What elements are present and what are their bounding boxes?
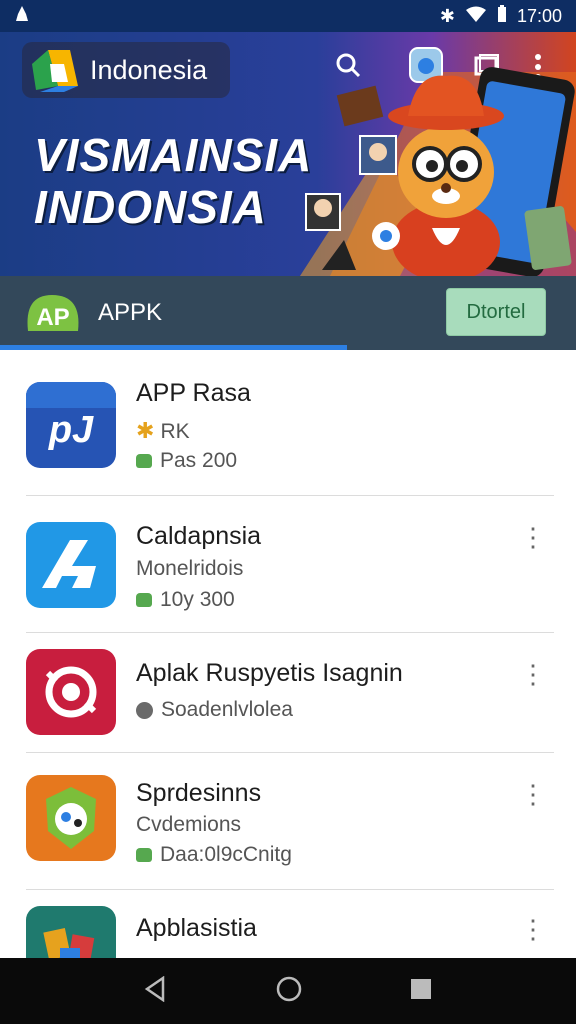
clock-icon — [136, 701, 153, 719]
app-downloads: Daa:0l9cCnitg — [160, 843, 292, 866]
svg-text:AP: AP — [36, 304, 69, 331]
star-icon: ✱ — [136, 418, 155, 443]
app-downloads: 10y 300 — [160, 588, 235, 611]
app-icon: pJ — [26, 382, 116, 468]
app-logo-icon — [32, 50, 78, 92]
svg-text:pJ: pJ — [48, 409, 94, 451]
app-title: Apblasistia — [136, 914, 257, 942]
list-item[interactable]: Aplak Ruspyetis Isagnin Soadenlvlolea ⋮ — [0, 633, 576, 753]
list-item[interactable]: pJ APP Rasa ✱ RK Pas 200 — [0, 352, 576, 495]
ap-logo-icon: AP — [27, 295, 79, 331]
app-title: Sprdesinns — [136, 779, 262, 807]
hero-headline-1: VISMAINSIA — [34, 129, 313, 181]
more-options-icon[interactable]: ⋮ — [520, 781, 546, 807]
tab-indicator — [0, 345, 347, 350]
battery-icon — [497, 4, 507, 28]
more-options-icon[interactable]: ⋮ — [520, 524, 546, 550]
app-icon — [26, 649, 116, 735]
list-item[interactable]: Apblasistia ⋮ — [0, 890, 576, 976]
download-icon — [136, 848, 152, 863]
download-icon — [136, 454, 152, 469]
app-rating: RK — [160, 420, 190, 443]
app-developer: Soadenlvlolea — [161, 698, 293, 721]
status-time: 17:00 — [516, 5, 562, 26]
app-screen: ✱ 17:00 Indonesia VISMAINSIA INDONSIA AP… — [0, 0, 576, 1024]
recents-icon[interactable] — [409, 977, 433, 1006]
navigation-bar — [0, 958, 576, 1024]
mascot-illustration — [305, 67, 575, 276]
app-developer: Cvdemions — [136, 813, 242, 836]
notification-icon — [14, 5, 440, 28]
app-icon — [26, 775, 116, 861]
more-options-icon[interactable]: ⋮ — [520, 916, 546, 942]
app-title: Caldapnsia — [136, 522, 262, 550]
wifi-icon — [465, 6, 487, 27]
more-options-icon[interactable]: ⋮ — [520, 661, 546, 687]
app-developer: Monelridois — [136, 557, 244, 580]
store-tab-bar: AP APPK Dtortel — [0, 276, 576, 350]
app-icon — [26, 522, 116, 608]
app-downloads: Pas 200 — [160, 449, 238, 472]
hero-banner: Indonesia VISMAINSIA INDONSIA — [0, 32, 576, 276]
home-icon[interactable] — [275, 975, 303, 1008]
app-title: Aplak Ruspyetis Isagnin — [136, 659, 403, 687]
back-icon[interactable] — [143, 975, 169, 1007]
list-item[interactable]: Caldapnsia Monelridois 10y 300 ⋮ — [0, 496, 576, 632]
download-icon — [136, 593, 152, 608]
app-title: APP Rasa — [136, 379, 251, 407]
hero-headline-2: INDONSIA — [34, 181, 267, 233]
status-bar: ✱ 17:00 — [0, 0, 576, 32]
list-item[interactable]: Sprdesinns Cvdemions Daa:0l9cCnitg ⋮ — [0, 753, 576, 889]
download-button[interactable]: Dtortel — [446, 288, 546, 336]
bluetooth-icon: ✱ — [439, 5, 455, 26]
brand-name: Indonesia — [90, 54, 208, 85]
brand-pill[interactable]: Indonesia — [22, 42, 230, 98]
